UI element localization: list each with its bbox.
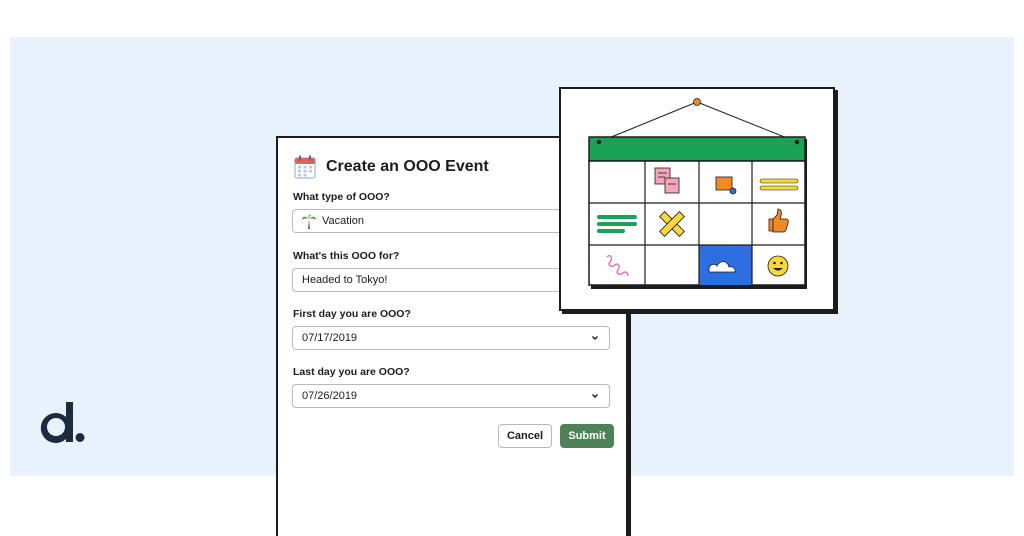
chevron-down-icon xyxy=(592,394,598,398)
calendar-illustration-card xyxy=(559,87,835,311)
cancel-button[interactable]: Cancel xyxy=(498,424,552,448)
purpose-label: What's this OOO for? xyxy=(293,250,400,262)
first-day-value: 07/17/2019 xyxy=(302,332,358,344)
first-day-select[interactable]: 07/17/2019 xyxy=(292,326,610,350)
palm-tree-icon xyxy=(302,213,316,229)
calendar-header xyxy=(588,136,806,162)
submit-button[interactable]: Submit xyxy=(560,424,614,448)
type-label: What type of OOO? xyxy=(293,191,390,203)
logo-d-icon xyxy=(40,402,85,443)
last-day-value: 07/26/2019 xyxy=(302,390,358,402)
type-value: Vacation xyxy=(322,215,364,227)
purpose-value: Headed to Tokyo! xyxy=(302,274,388,286)
last-day-label: Last day you are OOO? xyxy=(293,366,410,378)
smiley-icon xyxy=(767,255,789,277)
chevron-down-icon xyxy=(592,336,598,340)
calendar-icon xyxy=(294,155,316,179)
dialog-title: Create an OOO Event xyxy=(326,158,489,175)
wall-calendar-illustration xyxy=(588,98,807,289)
first-day-label: First day you are OOO? xyxy=(293,308,411,320)
hanger-pin-icon xyxy=(693,98,701,106)
last-day-select[interactable]: 07/26/2019 xyxy=(292,384,610,408)
dialog-header: Create an OOO Event xyxy=(294,152,489,182)
